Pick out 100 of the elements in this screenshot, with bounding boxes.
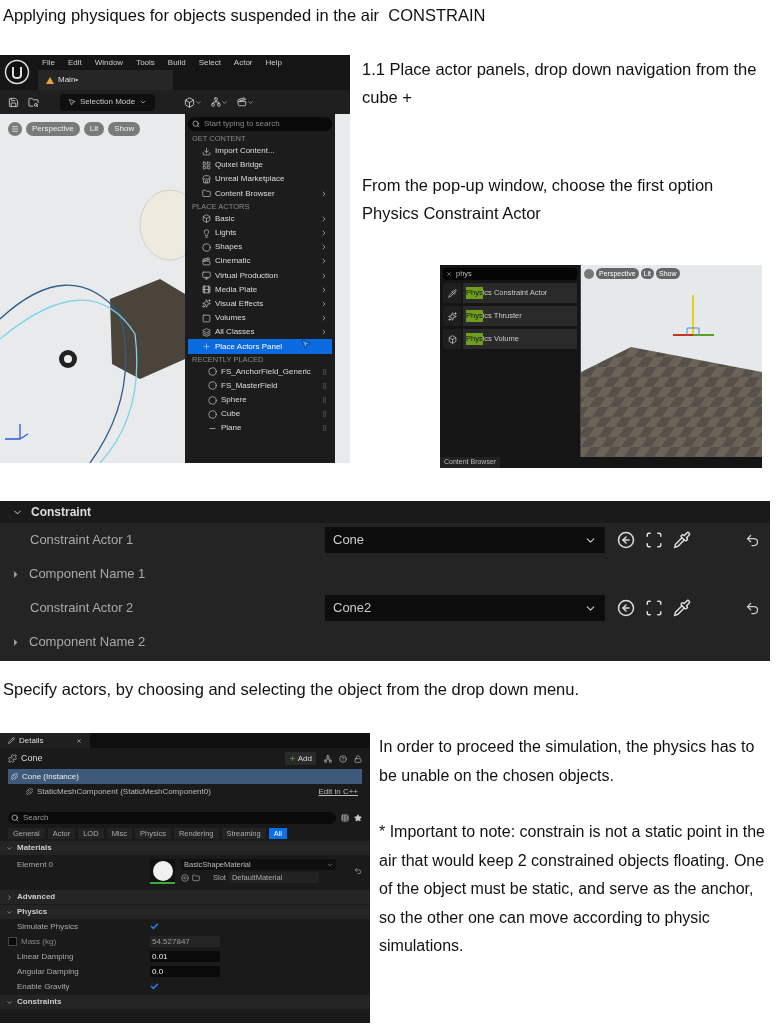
- reset-icon[interactable]: [745, 532, 760, 548]
- caption-text: Specify actors, by choosing and selecting the object from the drop down menu.: [2, 679, 580, 700]
- menu-item[interactable]: Basic: [188, 211, 332, 226]
- search-field[interactable]: Search: [23, 811, 223, 824]
- menu-item[interactable]: Place Actors Panel: [188, 339, 332, 354]
- grid-icon: [202, 160, 211, 170]
- note-text: * Important to note: constrain is not a static point in the air that would keep 2 constrained objects floating. One of the object must be static, and serve as the anchor, so the other one can move according to physic simulations.: [379, 822, 765, 956]
- checkbox[interactable]: [150, 982, 159, 991]
- drag-handle-icon[interactable]: [321, 381, 328, 390]
- actor-dropdown[interactable]: Cone: [325, 527, 605, 553]
- menu-item[interactable]: Lights: [188, 225, 332, 241]
- store-icon: [202, 174, 211, 184]
- blueprint-icon[interactable]: [324, 754, 332, 763]
- menu-item[interactable]: Select: [198, 56, 221, 69]
- menu-item[interactable]: Tools: [136, 56, 155, 69]
- menu-item[interactable]: Import Content...: [188, 144, 332, 159]
- close-icon[interactable]: [76, 737, 82, 744]
- checkbox[interactable]: [150, 922, 159, 931]
- picker-icon[interactable]: [673, 599, 691, 617]
- caret-icon: [6, 844, 13, 852]
- table-icon[interactable]: [341, 813, 349, 822]
- search-bar[interactable]: Start typing to search: [188, 117, 332, 131]
- note-text: In order to proceed the simulation, the physics has to be unable on the chosen objects.: [379, 737, 756, 786]
- component-item[interactable]: StaticMeshComponent (StaticMeshComponent0): [37, 785, 315, 798]
- menu-item[interactable]: FS_AnchorField_Generic: [188, 364, 332, 379]
- level-icon: [46, 76, 54, 84]
- light-bulb-icon: [202, 228, 211, 238]
- menu-item[interactable]: Media Plate: [188, 282, 332, 297]
- actor-dropdown[interactable]: Cone2: [325, 595, 605, 621]
- menu-item[interactable]: Content Browser: [188, 186, 332, 201]
- section-header[interactable]: Advanced: [0, 890, 370, 904]
- sparkles-icon: [447, 311, 457, 321]
- viewport-menu-button[interactable]: [8, 122, 22, 136]
- browse-icon[interactable]: [28, 96, 39, 108]
- menu-item[interactable]: Sphere: [188, 393, 332, 408]
- expandable-property[interactable]: Component Name 1: [0, 564, 146, 584]
- pipette-icon: [447, 288, 457, 298]
- section-header[interactable]: Materials: [0, 841, 370, 855]
- search-field[interactable]: Start typing to search: [204, 118, 328, 130]
- number-field[interactable]: 0.01: [150, 951, 220, 962]
- menu-item[interactable]: Cinematic: [188, 254, 332, 269]
- menu-item[interactable]: File: [42, 56, 55, 69]
- menu-item[interactable]: Actor: [233, 56, 253, 69]
- drag-handle-icon[interactable]: [321, 424, 328, 433]
- edit-in-cpp-link[interactable]: Edit in C++: [318, 785, 362, 798]
- viewport-button[interactable]: Perspective: [26, 122, 80, 136]
- cube-icon: [447, 334, 457, 344]
- viewport-button[interactable]: Show: [108, 122, 141, 136]
- property-label: Angular Damping: [16, 965, 80, 978]
- lock-icon[interactable]: [354, 754, 362, 763]
- viewport-button[interactable]: Lit: [83, 122, 105, 136]
- menu-icon: [11, 125, 19, 133]
- section-header[interactable]: Constraints: [0, 995, 370, 1009]
- menu-item[interactable]: Help: [265, 56, 282, 69]
- picker-icon[interactable]: [673, 531, 691, 549]
- browse-icon[interactable]: [645, 599, 663, 617]
- reset-icon[interactable]: [745, 600, 760, 616]
- menu-item[interactable]: Build: [167, 56, 186, 69]
- menu-item[interactable]: Shapes: [188, 240, 332, 255]
- menu-item[interactable]: Window: [94, 56, 124, 69]
- document-title: Applying physiques for objects suspended in the air CONSTRAIN: [2, 5, 487, 26]
- property-label: Mass (kg): [21, 935, 57, 948]
- expandable-property[interactable]: Component Name 2: [0, 632, 146, 652]
- step-text: From the pop-up window, choose the first option Physics Constraint Actor: [362, 175, 715, 224]
- level-tab[interactable]: Main•: [38, 70, 173, 90]
- menu-item[interactable]: Quixel Bridge: [188, 158, 332, 173]
- menu-item[interactable]: Plane: [188, 421, 332, 436]
- section-header[interactable]: Physics: [0, 905, 370, 919]
- menu-item[interactable]: FS_MasterField: [188, 378, 332, 393]
- help-icon[interactable]: [339, 754, 347, 763]
- favorite-icon[interactable]: [354, 813, 362, 822]
- details-tab[interactable]: Details: [0, 733, 90, 748]
- menu-item[interactable]: Unreal Marketplace: [188, 172, 332, 187]
- browse-icon[interactable]: [645, 531, 663, 549]
- save-icon[interactable]: [8, 96, 19, 108]
- layers-icon: [202, 327, 211, 337]
- menu-item[interactable]: Cube: [188, 407, 332, 422]
- search-icon: [11, 813, 19, 822]
- search-bar[interactable]: Search: [8, 811, 336, 824]
- viewport-menu-button[interactable]: [584, 268, 594, 279]
- component-icon: [26, 788, 33, 795]
- menu-item[interactable]: Virtual Production: [188, 268, 332, 283]
- number-field[interactable]: 0.0: [150, 966, 220, 977]
- add-actor-icon[interactable]: [184, 96, 203, 108]
- property-label: Element 0: [16, 859, 55, 871]
- drag-handle-icon[interactable]: [321, 410, 328, 419]
- selection-mode-button[interactable]: Selection Mode: [60, 93, 156, 111]
- menu-item[interactable]: Visual Effects: [188, 296, 332, 312]
- film-icon: [202, 285, 211, 295]
- clear-icon[interactable]: [446, 271, 452, 277]
- logo-icon: [4, 59, 30, 85]
- section-header[interactable]: Constraint: [0, 501, 770, 523]
- menu-item[interactable]: Edit: [67, 56, 82, 69]
- blueprint-icon[interactable]: [211, 97, 229, 107]
- menu-item[interactable]: Volumes: [188, 311, 332, 326]
- drag-handle-icon[interactable]: [321, 396, 328, 405]
- cinematics-icon[interactable]: [237, 97, 255, 107]
- add-button[interactable]: Add: [284, 752, 316, 765]
- menu-item[interactable]: All Classes: [188, 325, 332, 340]
- drag-handle-icon[interactable]: [321, 367, 328, 376]
